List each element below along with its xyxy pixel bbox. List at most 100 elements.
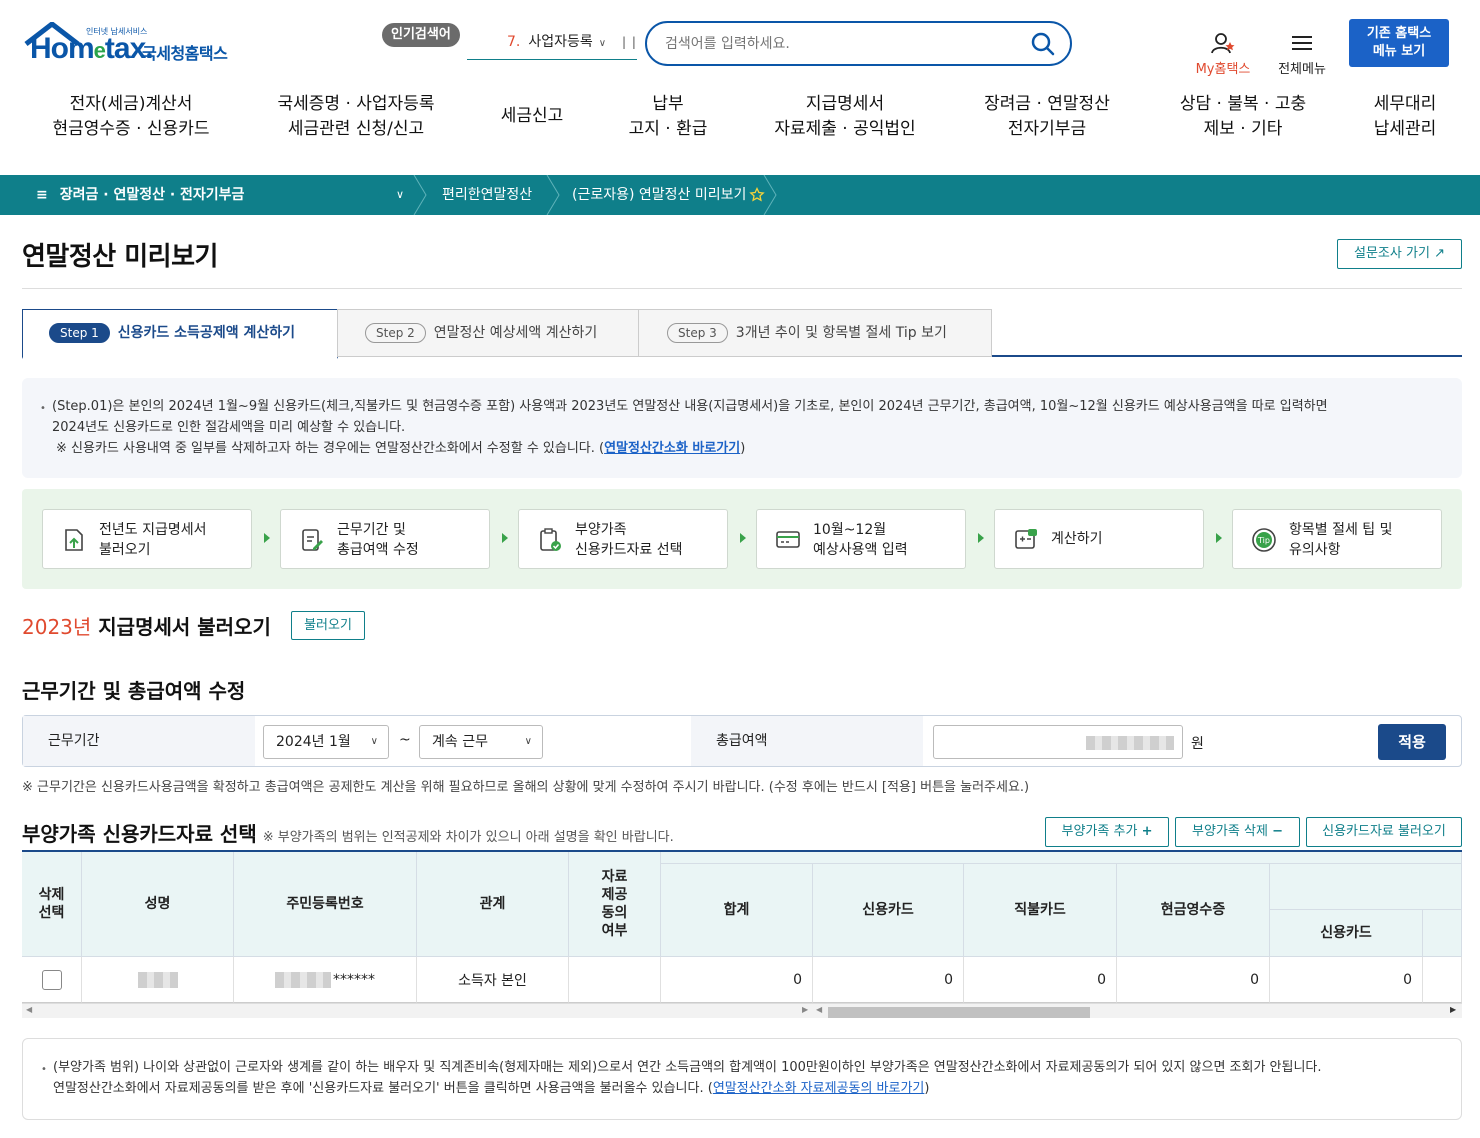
th-sub-next [1423, 910, 1462, 957]
search-input[interactable] [665, 33, 1025, 55]
arrow-right-icon [1216, 533, 1222, 543]
consent-link[interactable]: 연말정산간소화 자료제공동의 바로가기 [713, 1081, 925, 1096]
popular-search-badge: 인기검색어 [382, 23, 460, 47]
logo-name: 국세청홈택스 [142, 44, 228, 63]
th-name: 성명 [82, 852, 234, 957]
search-box [645, 21, 1072, 66]
external-link-icon: ↗ [1434, 246, 1445, 261]
chevron-down-icon[interactable]: ∨ [599, 38, 606, 49]
step-card-calculate[interactable]: 계산하기 [994, 509, 1204, 569]
bullet: • [41, 1064, 47, 1075]
row-delete-cell [22, 957, 82, 1003]
gnb-item-yearend[interactable]: 장려금 · 연말정산 전자기부금 [972, 92, 1122, 142]
gnb-item-agent[interactable]: 세무대리 납세관리 [1364, 92, 1446, 142]
calculator-chat-icon [1015, 529, 1037, 549]
th-cash-receipt: 현금영수증 [1117, 864, 1270, 957]
step-tabs: Step 1 신용카드 소득공제액 계산하기 Step 2 연말정산 예상세액 계산… [22, 309, 1462, 359]
svg-text:Tip: Tip [1257, 536, 1270, 545]
row-select-checkbox[interactable] [41, 969, 62, 990]
period-end-select[interactable]: 계속 근무 ∨ [419, 725, 543, 759]
popular-rank: 7. [507, 34, 521, 50]
popular-search-word[interactable]: 7. 사업자등록 ∨ | | [467, 28, 637, 60]
site-header: 인터넷 납세서비스 Hometax. 국세청홈택스 인기검색어 7. 사업자등록 ∨… [0, 0, 1480, 175]
dependent-notice-box: • (부양가족 범위) 나이와 상관없이 근로자와 생계를 같이 하는 배우자 … [22, 1038, 1462, 1120]
arrow-right-icon [264, 533, 270, 543]
all-menu-button[interactable]: 전체메뉴 [1274, 32, 1330, 77]
breadcrumb-separator [546, 175, 560, 215]
hamburger-icon: ≡ [36, 187, 48, 203]
section-period-title: 근무기간 및 총급여액 수정 [22, 679, 246, 703]
row-relation-cell: 소득자 본인 [417, 957, 569, 1003]
period-salary-form: 근무기간 2024년 1월 ∨ ~ 계속 근무 ∨ 총급여액 원 적용 [22, 715, 1462, 767]
row-debit-cell: 0 [964, 957, 1117, 1003]
old-hometax-menu-button[interactable]: 기존 홈택스 메뉴 보기 [1349, 19, 1449, 67]
step-card-expected-usage[interactable]: 10월~12월 예상사용액 입력 [756, 509, 966, 569]
tab-step2[interactable]: Step 2 연말정산 예상세액 계산하기 [337, 309, 639, 357]
my-hometax-label: My홈택스 [1195, 62, 1251, 77]
apply-button[interactable]: 적용 [1378, 724, 1446, 760]
step-card-tips[interactable]: Tip 항목별 절세 팁 및 유의사항 [1232, 509, 1442, 569]
tab-step1[interactable]: Step 1 신용카드 소득공제액 계산하기 [22, 309, 338, 359]
period-note: ※ 근무기간은 신용카드사용금액을 확정하고 총급여액은 공제한도 계산을 위해… [22, 780, 1030, 795]
search-icon[interactable] [1030, 31, 1056, 57]
document-upload-icon [65, 529, 83, 551]
row-next-cell [1423, 957, 1462, 1003]
chevron-down-icon[interactable]: ∨ [396, 175, 404, 215]
edit-document-icon [302, 529, 323, 551]
calendar-card-icon [776, 531, 800, 548]
breadcrumb-separator [413, 175, 427, 215]
scroll-right-icon[interactable]: ▶ [802, 1005, 808, 1014]
simplified-yearend-link[interactable]: 연말정산간소화 바로가기 [604, 441, 740, 456]
divider [22, 288, 1462, 289]
step-flow: 전년도 지급명세서 불러오기 근무기간 및 총급여액 수정 부양가족 신용카드자료 선… [22, 489, 1462, 589]
load-statement-button[interactable]: 불러오기 [291, 611, 365, 640]
logo-brand: Hometax. [30, 32, 154, 65]
th-credit-card: 신용카드 [813, 864, 964, 957]
gnb-item-tax-report[interactable]: 세금신고 [492, 104, 572, 129]
gnb-item-payment[interactable]: 납부 고지 · 환급 [618, 92, 718, 142]
gnb-item-certificate[interactable]: 국세증명 · 사업자등록 세금관련 신청/신고 [265, 92, 447, 142]
breadcrumb-item-easy-yearend[interactable]: 편리한연말정산 [442, 175, 532, 215]
pause-icon[interactable]: | | [622, 28, 637, 56]
th-consent: 자료 제공 동의 여부 [569, 852, 661, 957]
th-total: 합계 [661, 864, 813, 957]
survey-button[interactable]: 설문조사 가기 ↗ [1337, 239, 1462, 269]
tab-step3[interactable]: Step 3 3개년 추이 및 항목별 절세 Tip 보기 [638, 309, 992, 357]
arrow-right-icon [502, 533, 508, 543]
th-sub-credit-card: 신용카드 [1270, 910, 1423, 957]
th-subgroup [1270, 864, 1462, 910]
gnb-item-invoice[interactable]: 전자(세금)계산서 현금영수증 · 신용카드 [40, 92, 222, 142]
add-dependent-button[interactable]: 부양가족 추가 + [1045, 817, 1169, 847]
my-hometax-button[interactable]: My홈택스 [1190, 32, 1256, 77]
scroll-left-icon[interactable]: ◀ [26, 1005, 32, 1014]
load-card-data-button[interactable]: 신용카드자료 불러오기 [1306, 817, 1462, 847]
gnb-item-consult[interactable]: 상담 · 불복 · 고충 제보 · 기타 [1168, 92, 1318, 142]
masked-rrn [275, 971, 331, 988]
th-group-top [661, 852, 1462, 864]
popular-keyword[interactable]: 사업자등록 [528, 34, 592, 50]
scroll-thumb[interactable] [828, 1007, 1090, 1018]
tip-icon: Tip [1252, 528, 1276, 552]
scroll-right-icon[interactable]: ▶ [1450, 1005, 1456, 1014]
horizontal-scrollbar[interactable]: ◀ ▶ ◀ ▶ [22, 1003, 1462, 1018]
hometax-logo[interactable]: 인터넷 납세서비스 Hometax. 국세청홈택스 [24, 22, 254, 72]
salary-input[interactable] [933, 725, 1183, 759]
gnb-item-statement[interactable]: 지급명세서 자료제출 · 공익법인 [762, 92, 928, 142]
step-info-box: • (Step.01)은 본인의 2024년 1월~9월 신용카드(체크,직불카… [22, 378, 1462, 478]
step-card-edit-period[interactable]: 근무기간 및 총급여액 수정 [280, 509, 490, 569]
chevron-down-icon: ∨ [370, 736, 378, 747]
scroll-left-icon[interactable]: ◀ [816, 1005, 822, 1014]
all-menu-label: 전체메뉴 [1278, 62, 1326, 77]
salary-label: 총급여액 [691, 716, 923, 766]
delete-dependent-button[interactable]: 부양가족 삭제 − [1175, 817, 1300, 847]
row-consent-cell [569, 957, 661, 1003]
unit-label: 원 [1191, 736, 1204, 752]
period-start-select[interactable]: 2024년 1월 ∨ [263, 725, 389, 759]
breadcrumb-menu[interactable]: ≡ 장려금 · 연말정산 · 전자기부금 [36, 175, 244, 215]
chevron-down-icon: ∨ [524, 736, 532, 747]
step-card-load-statement[interactable]: 전년도 지급명세서 불러오기 [42, 509, 252, 569]
breadcrumb-item-preview[interactable]: (근로자용) 연말정산 미리보기 [572, 175, 746, 215]
arrow-right-icon [978, 533, 984, 543]
step-card-dependents[interactable]: 부양가족 신용카드자료 선택 [518, 509, 728, 569]
breadcrumb: ≡ 장려금 · 연말정산 · 전자기부금 ∨ 편리한연말정산 (근로자용) 연말정… [0, 175, 1480, 215]
